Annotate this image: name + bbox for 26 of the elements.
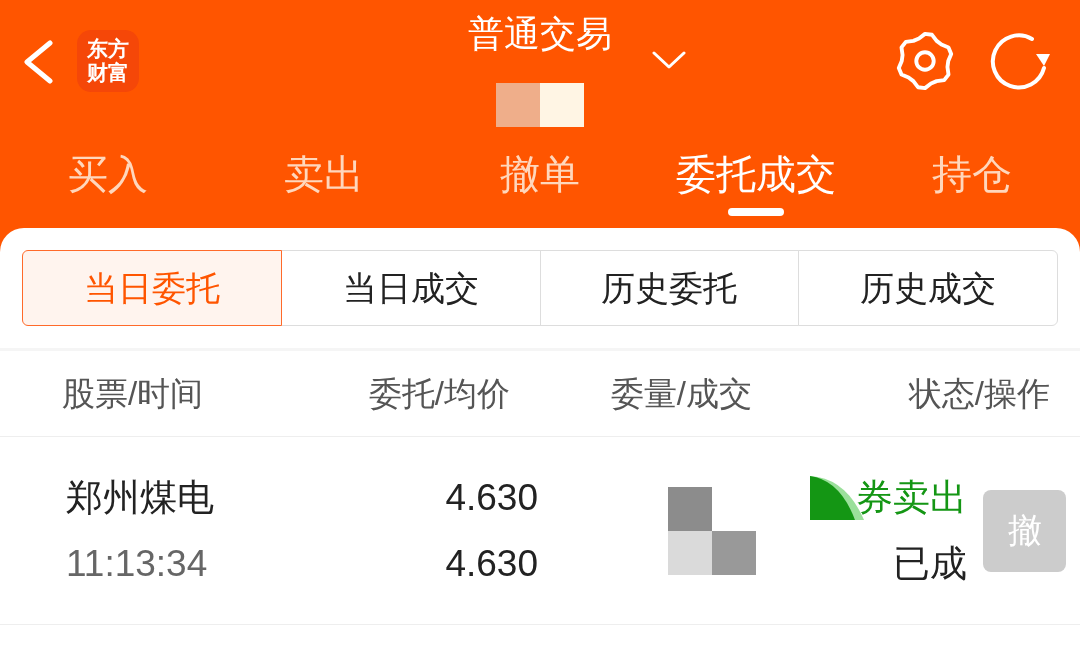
page-title[interactable]: 普通交易 [468, 14, 612, 54]
sub-tab[interactable]: 当日成交 [280, 250, 541, 326]
refresh-icon[interactable] [988, 30, 1052, 92]
order-price: 4.630 [445, 475, 538, 520]
column-header: 股票/时间 [62, 373, 205, 414]
order-type: 券卖出 [856, 475, 967, 520]
sub-tab[interactable]: 历史委托 [539, 250, 800, 326]
main-tab[interactable]: 买入 [68, 150, 148, 198]
tab-indicator [728, 208, 784, 216]
settings-icon[interactable] [894, 30, 956, 92]
order-status: 已成 [893, 541, 967, 586]
logo-text: 东方财富 [86, 37, 130, 85]
sub-tab[interactable]: 历史成交 [798, 250, 1058, 326]
column-header: 委量/成交 [609, 373, 752, 414]
order-time: 11:13:34 [66, 541, 209, 586]
sub-tab[interactable]: 当日委托 [22, 250, 282, 326]
stock-name: 郑州煤电 [66, 475, 215, 520]
back-icon[interactable] [22, 40, 54, 84]
main-tab[interactable]: 卖出 [284, 150, 364, 198]
main-tab[interactable]: 持仓 [932, 150, 1012, 198]
main-tab[interactable]: 委托成交 [676, 150, 836, 198]
main-tab[interactable]: 撤单 [500, 150, 580, 198]
column-header: 状态/操作 [907, 373, 1050, 414]
chevron-down-icon[interactable] [652, 50, 686, 70]
average-price: 4.630 [445, 541, 538, 586]
column-header: 委托/均价 [367, 373, 510, 414]
